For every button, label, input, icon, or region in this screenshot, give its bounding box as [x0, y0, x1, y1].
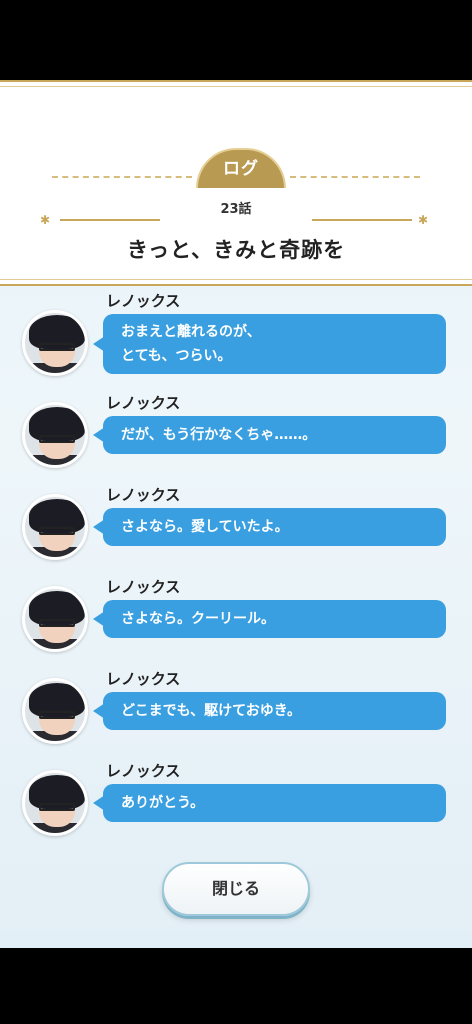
avatar: [22, 770, 88, 836]
chapter-title: きっと、きみと奇跡を: [126, 238, 346, 262]
title-ornament: ✱ ✱: [36, 214, 436, 226]
star-icon: ✱: [418, 213, 429, 227]
speaker-name: レノックス: [106, 486, 181, 504]
log-entry: レノックス だが、もう行かなくちゃ……。: [0, 392, 472, 484]
speaker-name: レノックス: [106, 762, 181, 780]
log-entry: レノックス おまえと離れるのが、 とても、つらい。: [0, 290, 472, 382]
speaker-name: レノックス: [106, 394, 181, 412]
dialogue-bubble: さよなら。愛していたよ。: [93, 508, 446, 546]
dialogue-line: どこまでも、駆けておゆき。: [121, 703, 302, 719]
dialogue-line: だが、もう行かなくちゃ……。: [121, 427, 317, 443]
dialogue-bubble: どこまでも、駆けておゆき。: [93, 692, 446, 730]
log-entry: レノックス さよなら。愛していたよ。: [0, 484, 472, 576]
avatar: [22, 586, 88, 652]
dialogue-line: ありがとう。: [121, 795, 205, 811]
header-divider: [290, 176, 420, 178]
log-entry: レノックス ありがとう。: [0, 760, 472, 852]
avatar: [22, 402, 88, 468]
log-entry: レノックス どこまでも、駆けておゆき。: [0, 668, 472, 760]
dialogue-line: さよなら。クーリール。: [121, 611, 275, 627]
letterbox-bottom: [0, 948, 472, 1024]
dialogue-line: さよなら。愛していたよ。: [121, 519, 289, 535]
header-divider: [52, 176, 192, 178]
avatar: [22, 310, 88, 376]
avatar: [22, 494, 88, 560]
dialogue-bubble: さよなら。クーリール。: [93, 600, 446, 638]
avatar: [22, 678, 88, 744]
log-entry: レノックス さよなら。クーリール。: [0, 576, 472, 668]
speaker-name: レノックス: [106, 292, 181, 310]
speaker-name: レノックス: [106, 670, 181, 688]
close-button[interactable]: 閉じる: [162, 862, 310, 916]
dialogue-line: とても、つらい。: [121, 348, 232, 364]
dialogue-bubble: ありがとう。: [93, 784, 446, 822]
star-icon: ✱: [40, 213, 51, 227]
dialogue-bubble: おまえと離れるのが、 とても、つらい。: [93, 314, 446, 374]
speaker-name: レノックス: [106, 578, 181, 596]
dialogue-bubble: だが、もう行かなくちゃ……。: [93, 416, 446, 454]
dialogue-line: おまえと離れるのが、: [121, 324, 261, 340]
